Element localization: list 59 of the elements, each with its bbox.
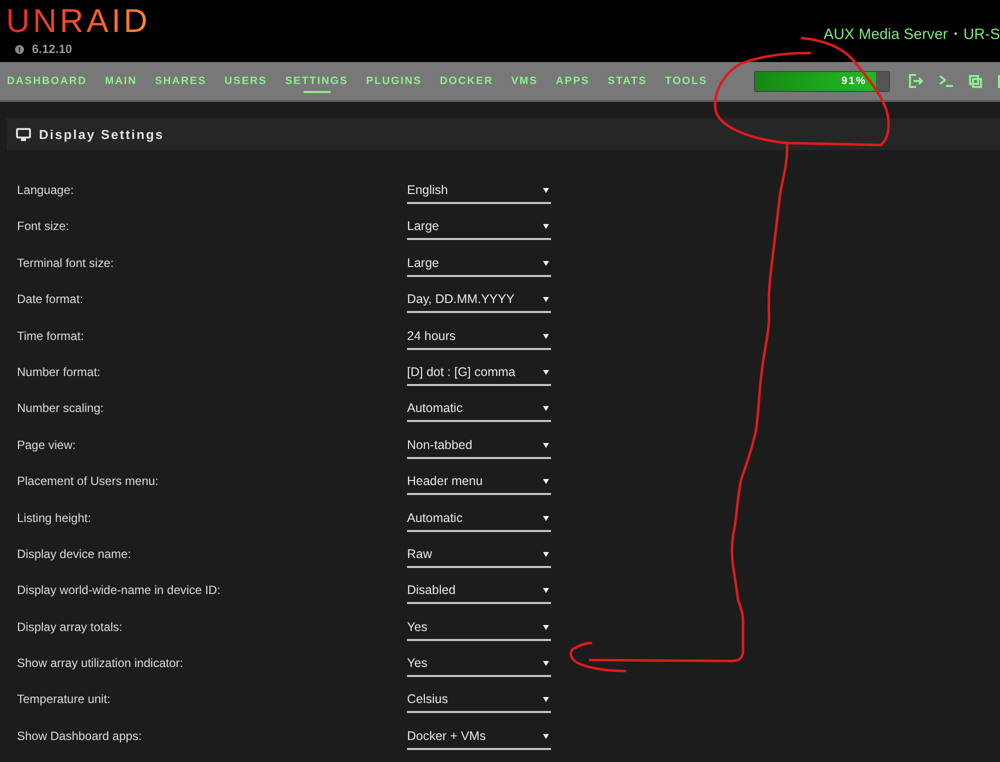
- server-description: UR-S: [963, 25, 1000, 45]
- setting-label: Placement of Users menu:: [17, 473, 158, 490]
- setting-label: Display world-wide-name in device ID:: [17, 582, 220, 600]
- caret-icon: [543, 550, 549, 557]
- caret-icon: [543, 296, 549, 302]
- setting-label: Display array totals:: [17, 618, 122, 636]
- logout-icon[interactable]: [908, 74, 923, 88]
- setting-dropdown[interactable]: 24 hours: [407, 324, 551, 350]
- setting-dropdown[interactable]: Header menu: [407, 469, 551, 496]
- caret-icon: [543, 223, 549, 230]
- setting-dropdown[interactable]: Raw: [407, 542, 551, 568]
- caret-icon: [543, 732, 549, 739]
- setting-dropdown[interactable]: Yes: [407, 651, 551, 678]
- utilization-reading: 91%: [842, 75, 866, 87]
- setting-label: Show array utilization indicator:: [17, 655, 184, 672]
- setting-dropdown[interactable]: Automatic: [407, 396, 551, 422]
- setting-dropdown[interactable]: Day, DD.MM.YYYY: [407, 287, 551, 314]
- setting-label: Date format:: [17, 291, 84, 308]
- separator-dot: •: [954, 28, 958, 42]
- caret-icon: [543, 624, 549, 630]
- setting-dropdown[interactable]: Automatic: [407, 506, 551, 532]
- setting-label: Font size:: [17, 218, 70, 236]
- section-title: Display Settings: [39, 126, 164, 142]
- terminal-icon[interactable]: [938, 75, 953, 87]
- setting-label: Temperature unit:: [17, 691, 110, 708]
- server-name: AUX Media Server: [824, 25, 948, 45]
- caret-icon: [543, 478, 549, 484]
- caret-icon: [543, 442, 549, 448]
- setting-label: Number scaling:: [17, 400, 104, 418]
- setting-label: Show Dashboard apps:: [17, 728, 142, 745]
- monitor-icon: [16, 128, 31, 140]
- setting-label: Terminal font size:: [17, 254, 114, 272]
- setting-label: Page view:: [17, 436, 76, 454]
- setting-dropdown[interactable]: Large: [407, 214, 551, 240]
- setting-dropdown[interactable]: English: [407, 178, 551, 204]
- caret-icon: [543, 405, 549, 412]
- setting-label: Display device name:: [17, 546, 132, 563]
- setting-dropdown[interactable]: Yes: [407, 614, 551, 641]
- caret-icon: [543, 260, 549, 266]
- caret-icon: [543, 332, 549, 339]
- caret-icon: [543, 514, 549, 521]
- setting-label: Listing height:: [17, 510, 92, 527]
- setting-label: Number format:: [17, 364, 100, 381]
- setting-dropdown[interactable]: Large: [407, 250, 551, 277]
- setting-dropdown[interactable]: Docker + VMs: [407, 724, 551, 750]
- version-text: 6.12.10: [32, 42, 72, 56]
- setting-dropdown[interactable]: Celsius: [407, 687, 551, 714]
- caret-icon: [543, 368, 549, 375]
- setting-label: Time format:: [17, 328, 84, 345]
- caret-icon: [543, 187, 549, 193]
- setting-dropdown[interactable]: Disabled: [407, 578, 551, 604]
- caret-icon: [543, 696, 549, 702]
- setting-label: Language:: [17, 182, 74, 199]
- info-icon: [15, 44, 24, 54]
- caret-icon: [543, 660, 549, 666]
- copy-icon[interactable]: [968, 74, 982, 88]
- setting-dropdown[interactable]: [D] dot : [G] comma: [407, 360, 551, 386]
- caret-icon: [543, 587, 549, 594]
- setting-dropdown[interactable]: Non-tabbed: [407, 432, 551, 459]
